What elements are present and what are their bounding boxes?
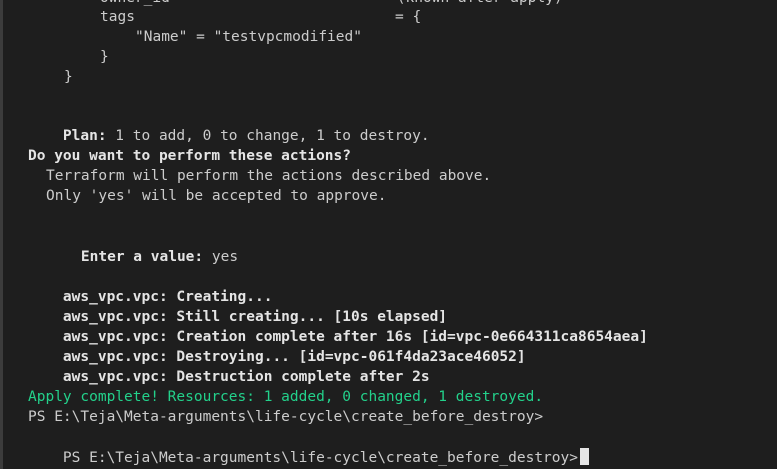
resource-close-brace: }: [64, 69, 73, 85]
shell-prompt-active[interactable]: PS E:\Teja\Meta-arguments\life-cycle\cre…: [28, 428, 589, 466]
log-line: aws_vpc.vpc: Creating...: [28, 267, 273, 305]
prompt-text: PS E:\Teja\Meta-arguments\life-cycle\cre…: [62, 450, 578, 466]
plan-text: 1 to add, 0 to change, 1 to destroy.: [106, 128, 430, 144]
log-line: aws_vpc.vpc: Destroying... [id=vpc-061f4…: [28, 327, 526, 365]
cut-off-line: owner_id = (known after apply): [100, 0, 563, 8]
log-line: aws_vpc.vpc: Destruction complete after …: [28, 347, 430, 385]
log-line: aws_vpc.vpc: Creation complete after 16s…: [28, 307, 648, 345]
confirm-question: Do you want to perform these actions?: [28, 148, 352, 164]
tags-close-brace: }: [100, 49, 109, 65]
enter-value-line: Enter a value: yes: [46, 227, 238, 265]
panel-border: [0, 0, 3, 469]
tags-entry: "Name" = "testvpcmodified": [135, 29, 362, 45]
log-prefix: aws_vpc.vpc:: [62, 369, 168, 385]
tags-open-brace: = {: [395, 9, 422, 25]
tags-key: tags: [100, 9, 135, 25]
apply-complete-message: Apply complete! Resources: 1 added, 0 ch…: [28, 389, 544, 405]
log-text: Destruction complete after 2s: [167, 369, 430, 385]
enter-value: yes: [203, 249, 239, 265]
confirm-info-2: Only 'yes' will be accepted to approve.: [46, 188, 387, 204]
log-line: aws_vpc.vpc: Still creating... [10s elap…: [28, 287, 447, 325]
plan-summary: Plan: 1 to add, 0 to change, 1 to destro…: [28, 106, 430, 144]
shell-prompt: PS E:\Teja\Meta-arguments\life-cycle\cre…: [28, 409, 544, 425]
confirm-info-1: Terraform will perform the actions descr…: [46, 168, 492, 184]
enter-label: Enter a value:: [80, 249, 204, 265]
terminal-panel[interactable]: owner_id = (known after apply) tags = { …: [0, 0, 777, 469]
text-cursor: [579, 448, 589, 465]
plan-label: Plan:: [62, 128, 107, 144]
